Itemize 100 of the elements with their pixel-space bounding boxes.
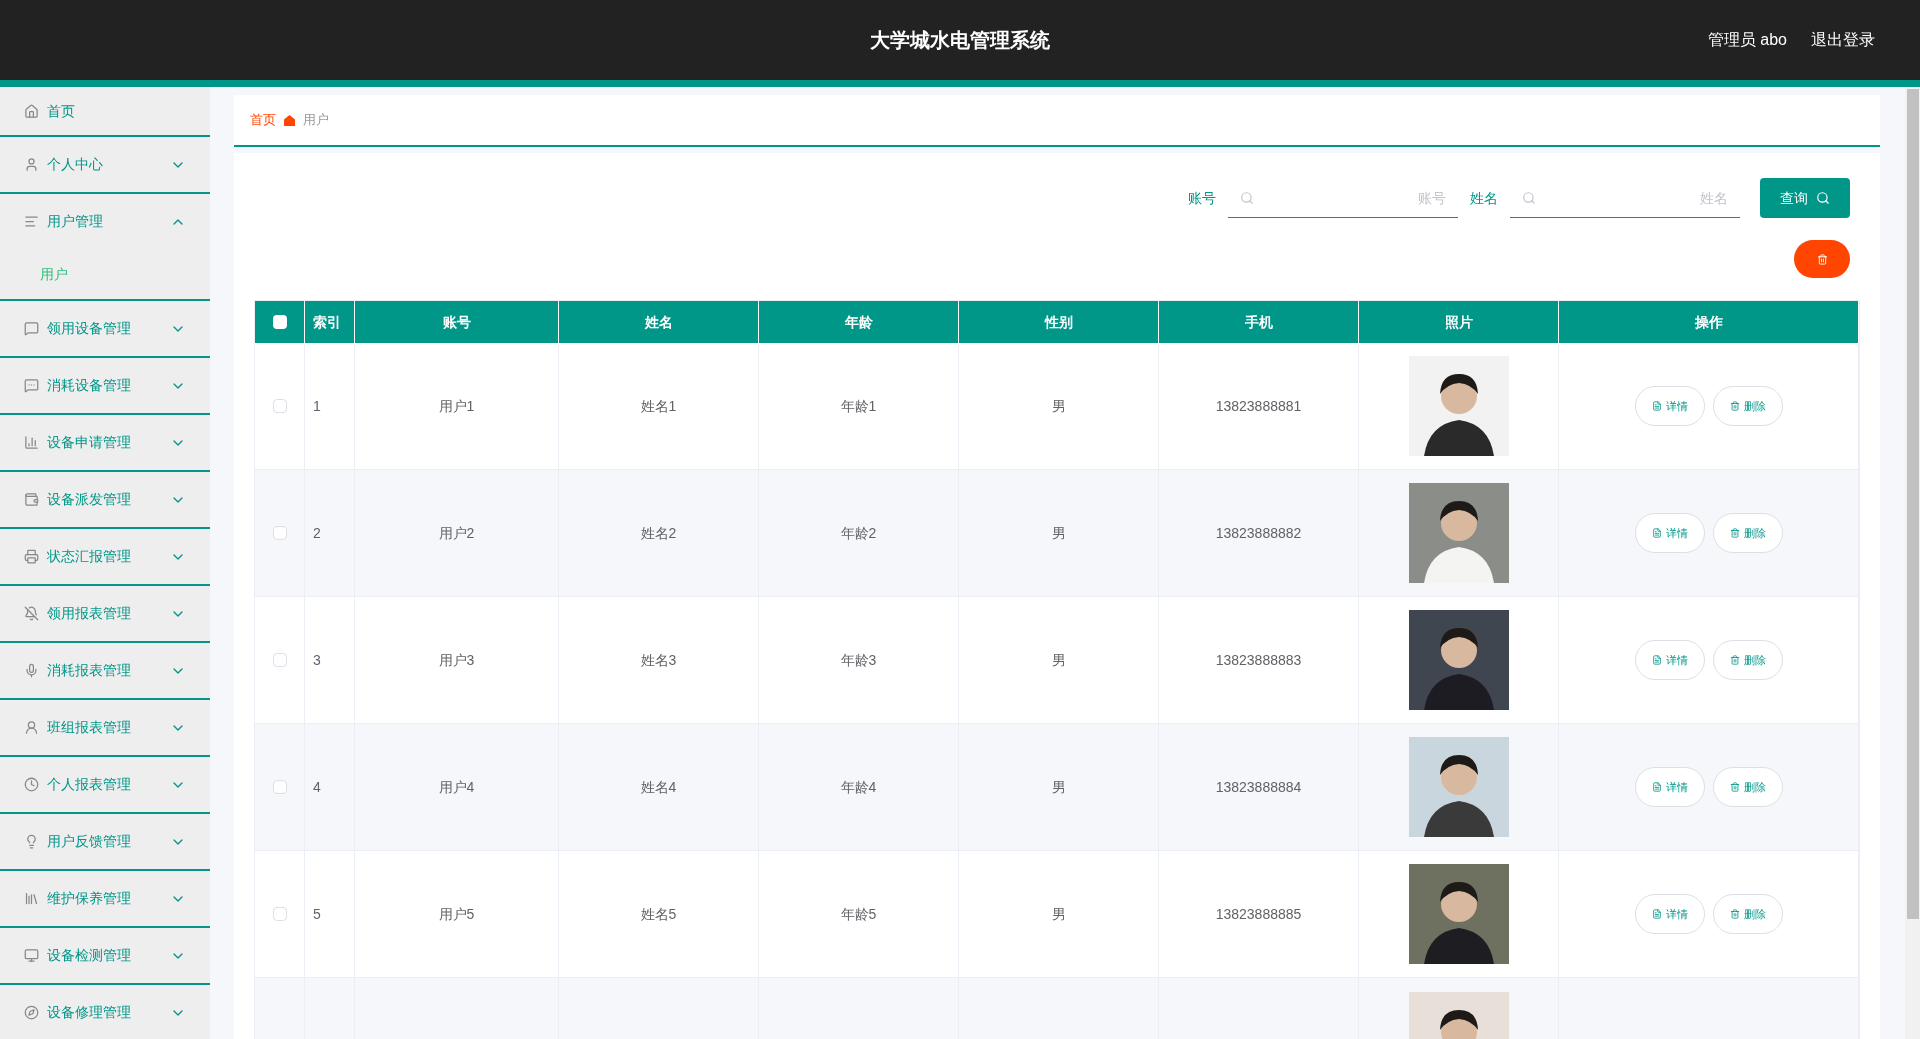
delete-button[interactable]: 删除	[1712, 386, 1783, 426]
table-cell-text: 用户4	[438, 777, 475, 797]
search-icon	[1522, 191, 1536, 205]
table-cell-text: 用户2	[438, 523, 475, 543]
details-button[interactable]: 详情	[1634, 386, 1705, 426]
clock-icon	[24, 777, 39, 792]
delete-button[interactable]: 删除	[1712, 513, 1783, 553]
trash-icon	[1729, 782, 1740, 792]
chat-dots-icon	[24, 378, 39, 393]
table-cell-text: 年龄4	[840, 777, 877, 797]
user-name: 管理员 abo	[1707, 30, 1787, 50]
menu-item[interactable]: 个人中心	[0, 137, 210, 192]
chat-icon	[24, 321, 39, 336]
books-icon	[24, 891, 39, 906]
compass-icon	[24, 1005, 39, 1020]
menu-item[interactable]: 领用设备管理	[0, 301, 210, 356]
person-icon	[24, 157, 39, 172]
table-cell-text: 男	[1051, 904, 1066, 924]
document-icon	[1651, 909, 1662, 919]
menu-item[interactable]: 首页	[0, 87, 210, 135]
menu-item[interactable]: 设备申请管理	[0, 415, 210, 470]
checkbox[interactable]	[272, 399, 287, 413]
field-label: 账号	[1188, 188, 1216, 208]
house-icon	[24, 103, 39, 119]
table-cell-text: 1	[313, 396, 321, 416]
person-icon	[24, 720, 39, 735]
submenu-item[interactable]: 用户	[0, 249, 210, 299]
table-cell-text: 13823888885	[1215, 904, 1302, 924]
field-label: 姓名	[1470, 188, 1498, 208]
app-title: 大学城水电管理系统	[870, 28, 1050, 53]
table-cell-text: 用户1	[438, 396, 475, 416]
table-cell-text: 男	[1051, 777, 1066, 797]
search-icon	[1240, 191, 1254, 205]
table-cell-text: 年龄3	[840, 650, 877, 670]
details-button[interactable]: 详情	[1634, 513, 1705, 553]
table-cell-text: 用户3	[438, 650, 475, 670]
bell-off-icon	[24, 606, 39, 621]
delete-button[interactable]: 删除	[1712, 767, 1783, 807]
trash-icon	[1816, 253, 1828, 265]
bar-chart-icon	[24, 435, 39, 450]
checkbox[interactable]	[272, 907, 287, 921]
monitor-icon	[24, 948, 39, 963]
microphone-icon	[24, 663, 39, 678]
table-cell-text: 13823888884	[1215, 777, 1302, 797]
table-cell-text: 男	[1051, 396, 1066, 416]
table-cell-text: 男	[1051, 650, 1066, 670]
menu-item[interactable]: 维护保养管理	[0, 871, 210, 926]
details-button[interactable]: 详情	[1634, 767, 1705, 807]
table-cell-text: 用户5	[438, 904, 475, 924]
logout-link[interactable]: 退出登录	[1811, 28, 1875, 52]
menu-item[interactable]: 个人报表管理	[0, 757, 210, 812]
menu-item[interactable]: 用户管理	[0, 194, 210, 249]
breadcrumb-link[interactable]: 用户	[303, 110, 329, 130]
checkbox[interactable]	[272, 315, 287, 329]
menu-item[interactable]: 领用报表管理	[0, 586, 210, 641]
checkbox[interactable]	[272, 780, 287, 794]
table-cell-text: 姓名1	[640, 396, 677, 416]
table-cell-text: 5	[313, 904, 321, 924]
delete-button[interactable]	[1794, 240, 1850, 278]
menu-item[interactable]: 设备检测管理	[0, 928, 210, 983]
table-cell-text: 13823888883	[1215, 650, 1302, 670]
breadcrumb-link[interactable]: 首页	[250, 110, 276, 130]
menu-item[interactable]: 班组报表管理	[0, 700, 210, 755]
delete-button[interactable]: 删除	[1712, 640, 1783, 680]
document-icon	[1651, 782, 1662, 792]
delete-button[interactable]: 删除	[1712, 894, 1783, 934]
search-field[interactable]: 账号	[1228, 178, 1458, 218]
printer-icon	[24, 549, 39, 564]
table-cell-text: 13823888882	[1215, 523, 1302, 543]
trash-icon	[1729, 528, 1740, 538]
menu-item[interactable]: 设备修理管理	[0, 985, 210, 1039]
trash-icon	[1729, 401, 1740, 411]
menu-item[interactable]: 消耗报表管理	[0, 643, 210, 698]
details-button[interactable]: 详情	[1634, 894, 1705, 934]
checkbox[interactable]	[272, 653, 287, 667]
trash-icon	[1729, 655, 1740, 665]
lightbulb-icon	[24, 834, 39, 849]
table-cell-text: 年龄1	[840, 396, 877, 416]
table-cell-text: 4	[313, 777, 321, 797]
document-icon	[1651, 401, 1662, 411]
search-field[interactable]: 姓名	[1510, 178, 1740, 218]
table-cell-text: 姓名4	[640, 777, 677, 797]
table-cell-text: 男	[1051, 523, 1066, 543]
table-cell-text: 姓名2	[640, 523, 677, 543]
table-cell-text: 年龄2	[840, 523, 877, 543]
menu-item[interactable]: 消耗设备管理	[0, 358, 210, 413]
menu-item[interactable]: 用户反馈管理	[0, 814, 210, 869]
wallet-icon	[24, 492, 39, 507]
table-cell-text: 3	[313, 650, 321, 670]
table-cell-text: 2	[313, 523, 321, 543]
table-cell-text: 13823888881	[1215, 396, 1302, 416]
menu-item[interactable]: 设备派发管理	[0, 472, 210, 527]
search-icon	[1816, 191, 1830, 205]
query-button[interactable]: 查询	[1760, 178, 1850, 218]
details-button[interactable]: 详情	[1634, 640, 1705, 680]
list-icon	[24, 214, 39, 229]
trash-icon	[1729, 909, 1740, 919]
menu-item[interactable]: 状态汇报管理	[0, 529, 210, 584]
document-icon	[1651, 655, 1662, 665]
checkbox[interactable]	[272, 526, 287, 540]
